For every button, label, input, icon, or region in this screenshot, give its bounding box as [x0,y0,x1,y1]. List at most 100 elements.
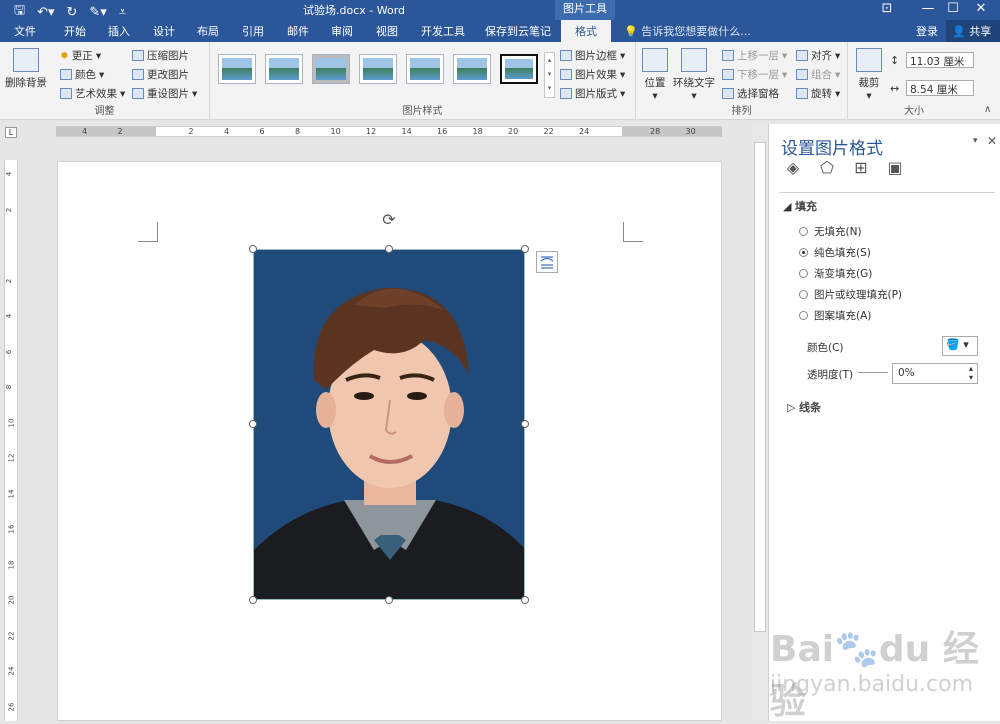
tab-mailings[interactable]: 邮件 [287,23,309,39]
vertical-scrollbar[interactable] [752,124,768,721]
wrap-text-icon [681,48,707,72]
group-adjust: 删除背景 ✹ 更正 ▾ 颜色 ▾ 艺术效果 ▾ 压缩图片 更改图片 重设图片 ▾ 调整 [0,42,210,120]
resize-handle-top[interactable] [385,245,393,253]
resize-handle-top-right[interactable] [521,245,529,253]
position-button[interactable]: 位置 ▾ [640,48,670,102]
document-title: 试验场.docx - Word [303,4,406,17]
tab-references[interactable]: 引用 [242,23,264,39]
remove-background-button[interactable]: 删除背景 [4,48,48,90]
close-button[interactable]: ✕ [958,0,1000,20]
radio-no-fill[interactable]: 无填充(N) [799,224,862,239]
spinner-icon[interactable]: ▴ ▾ [969,364,973,382]
tab-home[interactable]: 开始 [64,23,86,39]
transparency-slider[interactable] [858,372,888,373]
ruler-number: 20 [508,127,519,136]
group-arrange: 位置 ▾ 环绕文字 ▾ 上移一层 ▾ 下移一层 ▾ 选择窗格 对齐 ▾ 组合 ▾ 旋转 ▾ 排… [636,42,848,120]
bring-forward-button[interactable]: 上移一层 ▾ [722,48,787,63]
chevron-down-icon: ▾ [99,68,105,81]
reset-picture-button[interactable]: 重设图片 ▾ [132,86,197,101]
tab-insert[interactable]: 插入 [108,23,130,39]
resize-handle-bottom[interactable] [385,596,393,604]
rotate-button[interactable]: 旋转 ▾ [796,86,840,101]
picture-icon[interactable]: ▣ [885,158,905,178]
tab-view[interactable]: 视图 [376,23,398,39]
color-button[interactable]: 颜色 ▾ [60,67,104,82]
share-button[interactable]: 👤 共享 [946,20,1000,42]
tab-developer[interactable]: 开发工具 [421,23,465,39]
picture-style-1[interactable] [218,54,256,84]
line-section-header[interactable]: ▷ 线条 [787,399,821,415]
artistic-effects-button[interactable]: 艺术效果 ▾ [60,86,125,101]
login-link[interactable]: 登录 [916,23,938,39]
picture-style-7-selected[interactable] [500,54,538,84]
pane-options-icon[interactable]: ▾ [973,136,978,146]
width-field[interactable]: 8.54 厘米 [906,80,974,96]
artistic-effects-icon [60,88,72,99]
group-button[interactable]: 组合 ▾ [796,67,840,82]
selection-pane-button[interactable]: 选择窗格 [722,86,779,101]
effects-icon[interactable]: ⬠ [817,158,837,178]
collapse-ribbon-icon[interactable]: ∧ [984,104,991,115]
radio-solid-fill[interactable]: 纯色填充(S) [799,245,871,260]
resize-handle-left[interactable] [249,420,257,428]
ruler-number: 6 [5,349,14,354]
pane-close-icon[interactable]: ✕ [987,134,997,148]
resize-handle-bottom-right[interactable] [521,596,529,604]
picture-layout-button[interactable]: 图片版式 ▾ [560,86,625,101]
ribbon-display-options-icon[interactable]: ⊡ [864,0,910,20]
align-button[interactable]: 对齐 ▾ [796,48,840,63]
send-backward-button[interactable]: 下移一层 ▾ [722,67,787,82]
layout-properties-icon[interactable]: ⊞ [851,158,871,178]
radio-pattern-fill[interactable]: 图案填充(A) [799,308,871,323]
format-painter-icon[interactable]: ✎▾ [89,5,106,20]
picture-style-5[interactable] [406,54,444,84]
compress-pictures-button[interactable]: 压缩图片 [132,48,189,63]
picture-border-button[interactable]: 图片边框 ▾ [560,48,625,63]
crop-button[interactable]: 裁剪 ▾ [854,48,884,102]
corrections-button[interactable]: ✹ 更正 ▾ [60,48,101,63]
rotate-handle-icon[interactable]: ⟳ [380,212,398,230]
layout-options-button[interactable] [536,251,558,273]
fill-section-header[interactable]: ◢ 填充 [783,198,817,214]
resize-handle-right[interactable] [521,420,529,428]
change-picture-button[interactable]: 更改图片 [132,67,189,82]
undo-icon[interactable]: ↶▾ [37,5,54,20]
radio-picture-texture-fill[interactable]: 图片或纹理填充(P) [799,287,902,302]
ruler-number: 2 [188,127,194,136]
resize-handle-bottom-left[interactable] [249,596,257,604]
radio-gradient-fill[interactable]: 渐变填充(G) [799,266,872,281]
redo-icon[interactable]: ↻ [67,5,78,20]
height-field[interactable]: 11.03 厘米 [906,52,974,68]
picture-border-icon [560,50,572,61]
transparency-field[interactable]: 0% ▴ ▾ [892,363,978,384]
tab-design[interactable]: 设计 [153,23,175,39]
resize-handle-top-left[interactable] [249,245,257,253]
gallery-scroll[interactable]: ▴ ▾ ▾ [544,52,555,98]
person-icon: 👤 [952,25,966,38]
scrollbar-thumb[interactable] [754,142,766,632]
tab-file[interactable]: 文件 [14,23,36,39]
picture-style-6[interactable] [453,54,491,84]
tab-save-to-cloud-notes[interactable]: 保存到云笔记 [485,23,551,39]
selected-photo[interactable] [253,249,525,600]
picture-style-3[interactable] [312,54,350,84]
picture-style-4[interactable] [359,54,397,84]
tab-review[interactable]: 审阅 [331,23,353,39]
tab-layout[interactable]: 布局 [197,23,219,39]
picture-effects-button[interactable]: 图片效果 ▾ [560,67,625,82]
tell-me-search[interactable]: 💡 告诉我您想要做什么... [624,23,751,39]
tab-selector[interactable]: L [5,127,17,138]
fill-line-icon[interactable]: ◈ [783,158,803,178]
fill-color-picker[interactable]: 🪣 ▾ [942,336,978,356]
chevron-down-icon: ▾ [652,90,658,102]
bring-forward-icon [722,50,734,61]
vertical-ruler[interactable]: 4 2 2 4 6 8 10 12 14 16 18 20 22 24 26 [4,160,18,721]
wrap-text-button[interactable]: 环绕文字 ▾ [672,48,716,102]
group-picture-styles: ▴ ▾ ▾ 图片边框 ▾ 图片效果 ▾ 图片版式 ▾ 图片样式 [210,42,636,120]
sun-icon: ✹ [60,49,69,62]
compress-icon [132,50,144,61]
customize-qat-icon[interactable]: ⩡ [119,5,126,20]
tab-format[interactable]: 格式 [561,20,611,42]
picture-style-2[interactable] [265,54,303,84]
horizontal-ruler[interactable]: 4 2 2 4 6 8 10 12 14 16 18 20 22 24 28 30 [56,126,722,137]
